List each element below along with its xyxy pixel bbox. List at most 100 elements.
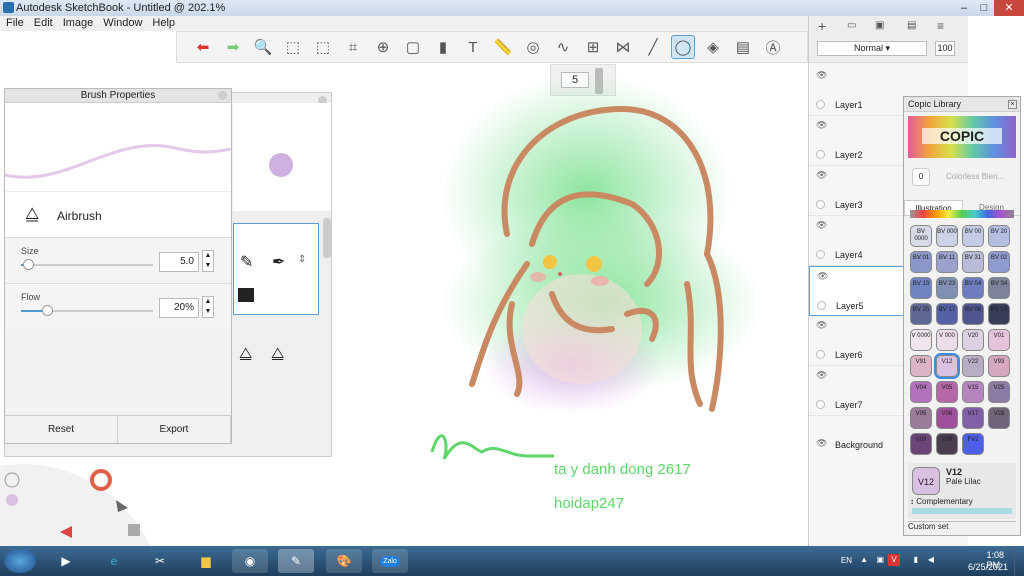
volume-icon[interactable]: ◀: [928, 555, 934, 564]
zoom-icon[interactable]: 🔍: [251, 35, 275, 59]
network-icon[interactable]: ▮: [914, 555, 918, 564]
visibility-eye-icon[interactable]: 👁: [816, 70, 827, 81]
color-swatch[interactable]: BV 08: [962, 303, 984, 325]
file-explorer-icon[interactable]: ▆: [188, 549, 224, 573]
flow-slider[interactable]: [21, 305, 153, 316]
language-indicator[interactable]: EN: [841, 556, 852, 565]
reorder-icon[interactable]: ⇕: [298, 254, 306, 265]
color-swatch[interactable]: BV 02: [988, 251, 1010, 273]
current-color-swatch[interactable]: [6, 494, 18, 506]
select-icon[interactable]: ⬚: [281, 35, 305, 59]
color-swatch[interactable]: V22: [962, 355, 984, 377]
layer-lock-toggle[interactable]: [817, 301, 826, 310]
reset-button[interactable]: Reset: [5, 416, 118, 443]
flow-slider-knob[interactable]: [42, 305, 54, 316]
snipping-tool-icon[interactable]: ✂: [142, 549, 178, 573]
symmetry-icon[interactable]: ⋈: [611, 35, 635, 59]
start-button[interactable]: [4, 549, 36, 573]
brushes-icon[interactable]: Ⓐ: [761, 35, 785, 59]
colorless-blender-row[interactable]: 0 Colorless Blen...: [904, 162, 1020, 200]
color-swatch[interactable]: BV 25: [910, 303, 932, 325]
minimize-button[interactable]: –: [954, 0, 974, 16]
internet-explorer-icon[interactable]: e: [96, 549, 132, 573]
ellipse-icon[interactable]: ◎: [521, 35, 545, 59]
layer-lock-toggle[interactable]: [816, 400, 825, 409]
tray-app-icon[interactable]: ▣: [876, 555, 884, 564]
layer-menu-icon[interactable]: ≡: [937, 19, 944, 33]
distort-icon[interactable]: ▢: [401, 35, 425, 59]
flow-stepper[interactable]: ▲ ▼: [202, 296, 214, 318]
menu-help[interactable]: Help: [152, 16, 175, 31]
color-swatch[interactable]: V01: [988, 329, 1010, 351]
clear-layer-icon[interactable]: ▤: [907, 20, 916, 31]
color-swatch[interactable]: V15: [962, 381, 984, 403]
crop-icon[interactable]: ⌗: [341, 35, 365, 59]
add-layer-icon[interactable]: +: [818, 18, 826, 34]
chrome-icon[interactable]: ◉: [232, 549, 268, 573]
export-button[interactable]: Export: [118, 416, 231, 443]
text-icon[interactable]: T: [461, 35, 485, 59]
color-swatch[interactable]: V12: [934, 353, 960, 379]
opacity-field[interactable]: 100: [935, 41, 955, 56]
visibility-eye-icon[interactable]: 👁: [816, 370, 827, 381]
color-swatch[interactable]: BV 29: [988, 303, 1010, 325]
blend-mode-select[interactable]: Normal ▾: [817, 41, 927, 56]
bucket-icon[interactable]: ▮: [431, 35, 455, 59]
color-swatch[interactable]: BV 34: [988, 277, 1010, 299]
color-swatch[interactable]: BV 31: [962, 251, 984, 273]
crop-select-icon[interactable]: ⬚: [311, 35, 335, 59]
pen-brush-icon[interactable]: ✒: [272, 252, 285, 272]
perspective-icon[interactable]: ⊞: [581, 35, 605, 59]
maximize-button[interactable]: □: [974, 0, 994, 16]
color-swatch[interactable]: V25: [988, 381, 1010, 403]
layer-lock-toggle[interactable]: [816, 100, 825, 109]
library-scrollbar[interactable]: [323, 218, 331, 258]
color-swatch[interactable]: FV2: [962, 433, 984, 455]
panel-close-icon[interactable]: [218, 91, 227, 100]
undo-icon[interactable]: ⬅: [191, 35, 215, 59]
tray-v-icon[interactable]: V: [888, 554, 900, 566]
panel-close-icon[interactable]: ×: [1008, 100, 1017, 109]
size-stepper[interactable]: ▲ ▼: [202, 250, 214, 272]
colorless-swatch[interactable]: 0: [912, 168, 930, 186]
zalo-icon[interactable]: Zalo: [372, 549, 408, 573]
clock-date[interactable]: 6/25/2021: [968, 562, 1008, 572]
visibility-eye-icon[interactable]: 👁: [816, 220, 827, 231]
close-button[interactable]: ✕: [994, 0, 1024, 16]
paint-icon[interactable]: 🎨: [326, 549, 362, 573]
line-icon[interactable]: ╱: [641, 35, 665, 59]
color-swatch[interactable]: BV 0000: [910, 225, 932, 247]
visibility-eye-icon[interactable]: 👁: [816, 320, 827, 331]
layer-lock-toggle[interactable]: [816, 350, 825, 359]
tray-expand-icon[interactable]: ▲: [860, 555, 868, 564]
media-player-icon[interactable]: ▶: [48, 549, 84, 573]
color-swatch[interactable]: V04: [910, 381, 932, 403]
color-swatch[interactable]: V20: [962, 329, 984, 351]
french-curve-icon[interactable]: ∿: [551, 35, 575, 59]
visibility-eye-icon[interactable]: 👁: [816, 438, 827, 449]
marker-brush-icon[interactable]: [238, 288, 254, 302]
color-swatch[interactable]: BV 13: [910, 277, 932, 299]
sketchbook-icon[interactable]: ✎: [278, 549, 314, 573]
color-wheel-icon[interactable]: [90, 469, 112, 491]
color-swatch[interactable]: V93: [988, 355, 1010, 377]
transform-icon[interactable]: ⊕: [371, 35, 395, 59]
color-swatch[interactable]: BV 04: [962, 277, 984, 299]
color-swatch[interactable]: BV 00: [962, 225, 984, 247]
size-input[interactable]: 5.0: [159, 252, 199, 272]
menu-image[interactable]: Image: [63, 16, 94, 31]
layer-stack-icon[interactable]: ▤: [731, 35, 755, 59]
lagoon-layer-icon[interactable]: [128, 524, 140, 536]
flow-input[interactable]: 20%: [159, 298, 199, 318]
size-slider[interactable]: [21, 259, 153, 270]
color-swatch[interactable]: V95: [910, 407, 932, 429]
show-desktop-button[interactable]: [1014, 546, 1024, 576]
pencil-brush-icon[interactable]: ✎: [240, 252, 253, 272]
brush-set-selected[interactable]: ✎ ✒ ⇕: [233, 223, 319, 315]
color-swatch[interactable]: V06: [936, 407, 958, 429]
color-swatch[interactable]: V17: [962, 407, 984, 429]
color-swatch[interactable]: BV 23: [936, 277, 958, 299]
color-swatch[interactable]: BV 11: [936, 251, 958, 273]
shape-icon[interactable]: ◈: [701, 35, 725, 59]
lagoon-menu[interactable]: [0, 448, 150, 546]
